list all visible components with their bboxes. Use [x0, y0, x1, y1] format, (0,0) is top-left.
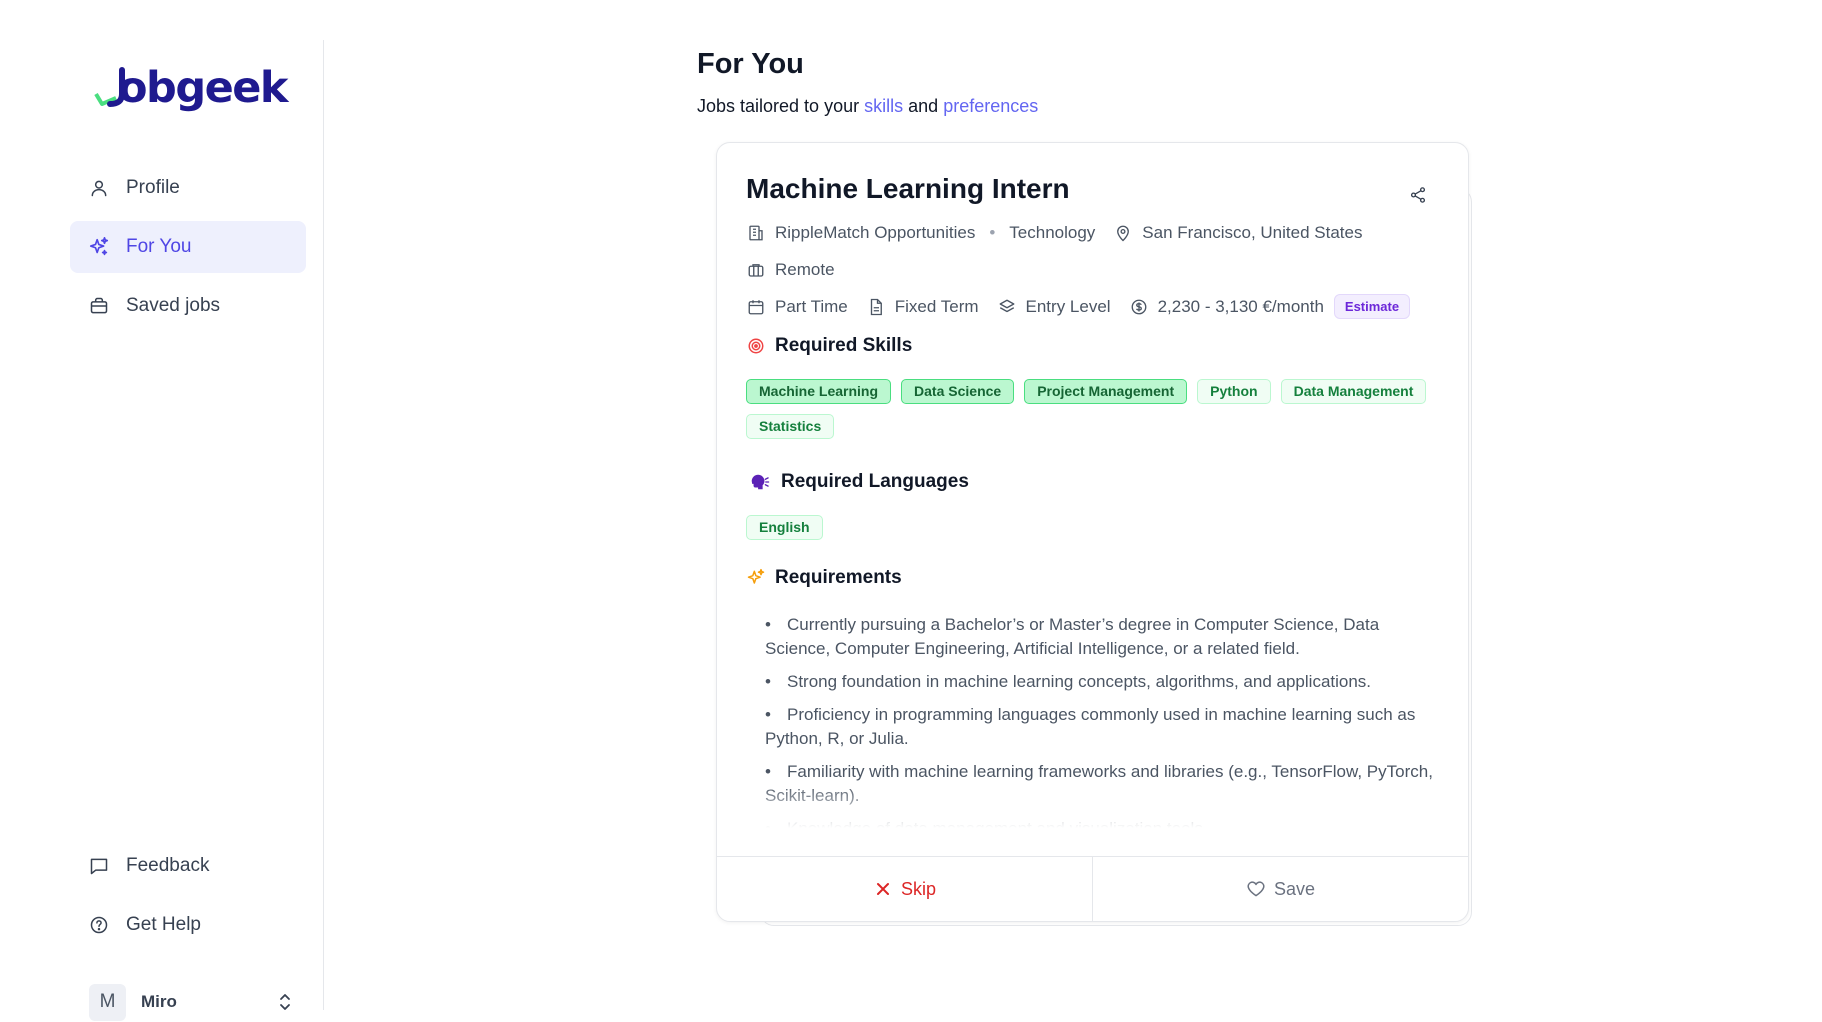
nav-item-saved-jobs[interactable]: Saved jobs — [70, 280, 306, 332]
nav-item-profile[interactable]: Profile — [70, 162, 306, 214]
subtitle-text: Jobs tailored to your — [697, 96, 860, 116]
scroll-fade — [717, 783, 1468, 828]
bullet: • — [765, 762, 771, 781]
sparkles-icon — [88, 236, 110, 258]
skills-heading: Required Skills — [746, 335, 912, 357]
bullet: • — [765, 615, 771, 634]
job-title: Machine Learning Intern — [746, 173, 1070, 204]
briefcase-icon — [88, 295, 110, 317]
languages-list: English — [746, 515, 1436, 540]
remote-briefcase-icon — [746, 260, 766, 280]
nav-label: For You — [126, 236, 192, 257]
estimate-badge: Estimate — [1333, 294, 1411, 319]
save-button[interactable]: Save — [1093, 857, 1468, 921]
schedule: Part Time — [746, 297, 848, 317]
skip-button[interactable]: Skip — [717, 857, 1093, 921]
job-meta-row-2: Remote — [746, 260, 853, 280]
skills-link[interactable]: skills — [864, 96, 903, 116]
contract-text: Fixed Term — [894, 296, 979, 316]
salary: 2,230 - 3,130 €/month — [1129, 297, 1324, 317]
skills-heading-text: Required Skills — [775, 335, 913, 356]
requirement-item: • Proficiency in programming languages co… — [765, 703, 1435, 751]
location: San Francisco, United States — [1113, 223, 1362, 243]
separator-dot: • — [989, 223, 996, 242]
contract: Fixed Term — [866, 297, 979, 317]
main-nav: Profile For You Saved jobs — [70, 162, 306, 339]
sidebar: obgeek Profile For You Saved jobs Feedba… — [0, 40, 324, 1021]
save-label: Save — [1273, 878, 1316, 899]
sparkle-icon — [746, 568, 766, 588]
building-icon — [746, 223, 766, 243]
requirement-item: • Strong foundation in machine learning c… — [765, 670, 1435, 694]
job-card-body[interactable]: Machine Learning Intern RippleMatch Oppo… — [717, 143, 1468, 828]
requirement-text: Strong foundation in machine learning co… — [787, 672, 1372, 691]
requirement-text: Currently pursuing a Bachelor’s or Maste… — [765, 615, 1380, 658]
job-card: Machine Learning Intern RippleMatch Oppo… — [716, 142, 1469, 922]
nav-label: Feedback — [126, 855, 210, 876]
skill-chip: Statistics — [746, 414, 835, 439]
requirement-item: • Currently pursuing a Bachelor’s or Mast… — [765, 613, 1435, 661]
close-icon — [873, 879, 893, 899]
skill-chip: Machine Learning — [746, 379, 892, 404]
logo-mark-icon — [92, 64, 126, 112]
company-name: RippleMatch Opportunities — [775, 223, 976, 242]
page-subtitle: Jobs tailored to your skills and prefere… — [697, 96, 1038, 117]
requirement-text: Proficiency in programming languages com… — [765, 705, 1416, 748]
page-title: For You — [697, 48, 804, 80]
user-name: Miro — [141, 992, 177, 1011]
message-icon — [88, 855, 110, 877]
level-text: Entry Level — [1025, 296, 1111, 316]
languages-heading-text: Required Languages — [781, 471, 969, 492]
skill-chip: Data Science — [901, 379, 1015, 404]
work-mode: Remote — [746, 260, 835, 280]
nav-label: Saved jobs — [126, 295, 221, 316]
bullet: • — [765, 705, 771, 724]
chevrons-up-down-icon[interactable] — [275, 992, 295, 1012]
card-actions: Skip Save — [717, 856, 1468, 921]
skill-chip: Data Management — [1280, 379, 1427, 404]
company: RippleMatch Opportunities — [746, 223, 975, 243]
subtitle-and: and — [908, 96, 939, 116]
job-meta-row-3: Part Time Fixed Term Entry Level 2,230 -… — [746, 294, 1411, 319]
target-icon — [746, 336, 766, 356]
location-text: San Francisco, United States — [1142, 223, 1363, 242]
nav-item-for-you[interactable]: For You — [70, 221, 306, 273]
dollar-circle-icon — [1129, 297, 1149, 317]
user-menu[interactable]: M Miro — [89, 980, 295, 1022]
nav-label: Get Help — [126, 914, 201, 935]
document-icon — [866, 297, 886, 317]
layers-icon — [997, 297, 1017, 317]
skills-list: Machine Learning Data Science Project Mana… — [746, 379, 1436, 439]
requirements-heading-text: Requirements — [775, 567, 902, 588]
bottom-nav: Feedback Get Help — [70, 840, 306, 958]
nav-label: Profile — [126, 177, 180, 198]
logo-text: obgeek — [118, 62, 289, 113]
logo[interactable]: obgeek — [92, 60, 289, 116]
job-meta-row-1: RippleMatch Opportunities • Technology S… — [746, 223, 1380, 243]
language-chip: English — [746, 515, 823, 540]
speaking-head-icon — [746, 472, 772, 492]
heart-icon — [1246, 879, 1266, 899]
share-icon[interactable] — [1406, 183, 1430, 207]
user-icon — [88, 177, 110, 199]
skip-label: Skip — [900, 878, 936, 899]
map-pin-icon — [1113, 223, 1133, 243]
nav-item-get-help[interactable]: Get Help — [70, 899, 306, 951]
industry: Technology — [1009, 223, 1096, 242]
avatar: M — [89, 983, 126, 1021]
schedule-text: Part Time — [775, 296, 848, 316]
help-circle-icon — [88, 914, 110, 936]
level: Entry Level — [997, 297, 1111, 317]
preferences-link[interactable]: preferences — [943, 96, 1038, 116]
work-mode-text: Remote — [775, 260, 835, 279]
calendar-icon — [746, 297, 766, 317]
skill-chip: Python — [1197, 379, 1271, 404]
salary-text: 2,230 - 3,130 €/month — [1157, 296, 1324, 316]
requirements-heading: Requirements — [746, 567, 902, 589]
skill-chip: Project Management — [1024, 379, 1188, 404]
bullet: • — [765, 672, 771, 691]
nav-item-feedback[interactable]: Feedback — [70, 840, 306, 892]
languages-heading: Required Languages — [746, 471, 969, 493]
